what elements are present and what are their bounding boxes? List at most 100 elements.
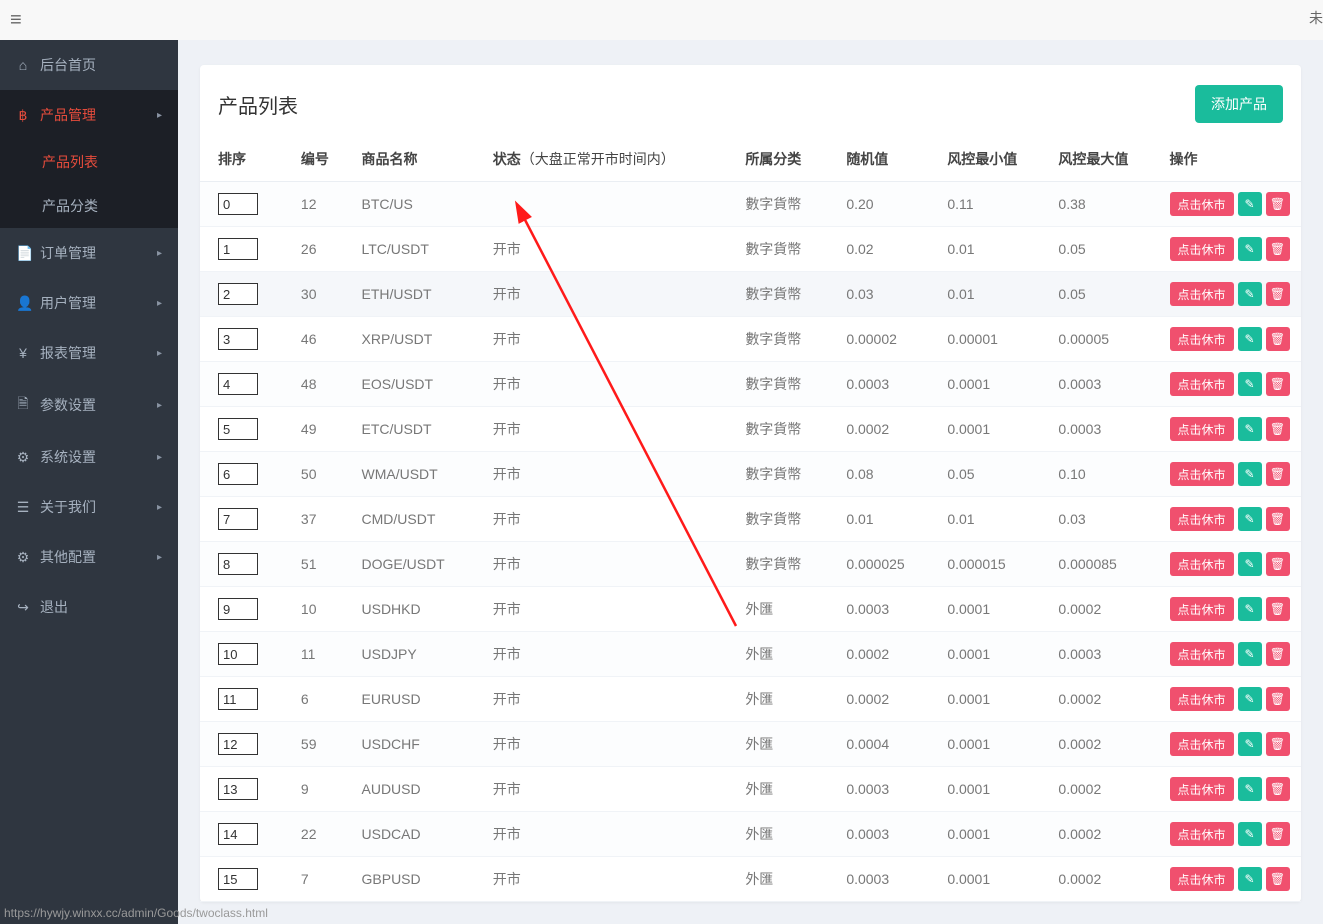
- edit-button[interactable]: ✎: [1238, 372, 1262, 396]
- cell-product-name: XRP/USDT: [352, 317, 483, 362]
- edit-button[interactable]: ✎: [1238, 327, 1262, 351]
- sort-input[interactable]: [218, 553, 258, 575]
- sidebar-item-4[interactable]: ¥报表管理▸: [0, 328, 178, 378]
- delete-button[interactable]: 🗑: [1266, 282, 1290, 306]
- delete-button[interactable]: 🗑: [1266, 507, 1290, 531]
- sort-input[interactable]: [218, 868, 258, 890]
- sort-input[interactable]: [218, 643, 258, 665]
- edit-button[interactable]: ✎: [1238, 822, 1262, 846]
- cell-random: 0.0002: [836, 677, 937, 722]
- toggle-market-button[interactable]: 点击休市: [1170, 282, 1234, 306]
- sort-input[interactable]: [218, 418, 258, 440]
- toggle-market-button[interactable]: 点击休市: [1170, 732, 1234, 756]
- cell-status: 开市: [483, 542, 736, 587]
- sort-input[interactable]: [218, 823, 258, 845]
- cell-product-name: DOGE/USDT: [352, 542, 483, 587]
- toggle-market-button[interactable]: 点击休市: [1170, 642, 1234, 666]
- cell-max: 0.000085: [1048, 542, 1159, 587]
- edit-button[interactable]: ✎: [1238, 507, 1262, 531]
- cell-max: 0.0002: [1048, 587, 1159, 632]
- toggle-market-button[interactable]: 点击休市: [1170, 822, 1234, 846]
- cell-random: 0.0003: [836, 587, 937, 632]
- edit-button[interactable]: ✎: [1238, 237, 1262, 261]
- sort-input[interactable]: [218, 328, 258, 350]
- toggle-market-button[interactable]: 点击休市: [1170, 417, 1234, 441]
- sidebar-item-1[interactable]: ฿产品管理▸: [0, 90, 178, 140]
- toggle-market-button[interactable]: 点击休市: [1170, 237, 1234, 261]
- toggle-market-button[interactable]: 点击休市: [1170, 777, 1234, 801]
- sidebar-item-2[interactable]: 📄订单管理▸: [0, 228, 178, 278]
- sidebar-item-8[interactable]: ⚙其他配置▸: [0, 532, 178, 582]
- edit-button[interactable]: ✎: [1238, 282, 1262, 306]
- sort-input[interactable]: [218, 598, 258, 620]
- delete-button[interactable]: 🗑: [1266, 327, 1290, 351]
- delete-button[interactable]: 🗑: [1266, 417, 1290, 441]
- cell-operation: 点击休市✎🗑: [1160, 677, 1302, 722]
- sort-input[interactable]: [218, 463, 258, 485]
- cell-no: 6: [291, 677, 352, 722]
- menu-toggle-icon[interactable]: ≡: [10, 9, 22, 32]
- sort-input[interactable]: [218, 778, 258, 800]
- sort-input[interactable]: [218, 238, 258, 260]
- cell-min: 0.11: [937, 182, 1048, 227]
- cell-category: 數字貨幣: [735, 407, 836, 452]
- delete-button[interactable]: 🗑: [1266, 597, 1290, 621]
- edit-button[interactable]: ✎: [1238, 462, 1262, 486]
- sidebar-item-5[interactable]: 🗎参数设置▸: [0, 378, 178, 432]
- toggle-market-button[interactable]: 点击休市: [1170, 462, 1234, 486]
- sort-input[interactable]: [218, 733, 258, 755]
- sidebar-subitem-0[interactable]: 产品列表: [0, 140, 178, 184]
- sidebar-item-9[interactable]: ↪退出: [0, 582, 178, 632]
- delete-button[interactable]: 🗑: [1266, 777, 1290, 801]
- delete-button[interactable]: 🗑: [1266, 372, 1290, 396]
- sort-input[interactable]: [218, 193, 258, 215]
- toggle-market-button[interactable]: 点击休市: [1170, 552, 1234, 576]
- cell-min: 0.01: [937, 272, 1048, 317]
- delete-button[interactable]: 🗑: [1266, 192, 1290, 216]
- sort-input[interactable]: [218, 508, 258, 530]
- edit-button[interactable]: ✎: [1238, 552, 1262, 576]
- sort-input[interactable]: [218, 688, 258, 710]
- toggle-market-button[interactable]: 点击休市: [1170, 192, 1234, 216]
- cell-status: 开市: [483, 677, 736, 722]
- sidebar-item-7[interactable]: ☰关于我们▸: [0, 482, 178, 532]
- cell-category: 數字貨幣: [735, 542, 836, 587]
- delete-button[interactable]: 🗑: [1266, 867, 1290, 891]
- add-product-button[interactable]: 添加产品: [1195, 85, 1283, 123]
- cell-category: 外匯: [735, 857, 836, 902]
- sidebar-item-0[interactable]: ⌂后台首页: [0, 40, 178, 90]
- cell-category: 外匯: [735, 722, 836, 767]
- sidebar-item-3[interactable]: 👤用户管理▸: [0, 278, 178, 328]
- edit-button[interactable]: ✎: [1238, 777, 1262, 801]
- edit-button[interactable]: ✎: [1238, 732, 1262, 756]
- delete-button[interactable]: 🗑: [1266, 822, 1290, 846]
- delete-button[interactable]: 🗑: [1266, 732, 1290, 756]
- edit-button[interactable]: ✎: [1238, 642, 1262, 666]
- edit-button[interactable]: ✎: [1238, 417, 1262, 441]
- toggle-market-button[interactable]: 点击休市: [1170, 867, 1234, 891]
- sidebar-item-label: 用户管理: [40, 293, 96, 313]
- cell-max: 0.0003: [1048, 407, 1159, 452]
- edit-button[interactable]: ✎: [1238, 867, 1262, 891]
- delete-button[interactable]: 🗑: [1266, 642, 1290, 666]
- delete-button[interactable]: 🗑: [1266, 687, 1290, 711]
- edit-button[interactable]: ✎: [1238, 192, 1262, 216]
- toggle-market-button[interactable]: 点击休市: [1170, 327, 1234, 351]
- delete-button[interactable]: 🗑: [1266, 552, 1290, 576]
- delete-button[interactable]: 🗑: [1266, 237, 1290, 261]
- sidebar-item-6[interactable]: ⚙系统设置▸: [0, 432, 178, 482]
- sidebar-subitem-1[interactable]: 产品分类: [0, 184, 178, 228]
- toggle-market-button[interactable]: 点击休市: [1170, 687, 1234, 711]
- th-no: 编号: [291, 137, 352, 182]
- sidebar-item-label: 报表管理: [40, 343, 96, 363]
- edit-button[interactable]: ✎: [1238, 687, 1262, 711]
- delete-button[interactable]: 🗑: [1266, 462, 1290, 486]
- edit-button[interactable]: ✎: [1238, 597, 1262, 621]
- toggle-market-button[interactable]: 点击休市: [1170, 597, 1234, 621]
- toggle-market-button[interactable]: 点击休市: [1170, 372, 1234, 396]
- page-title: 产品列表: [218, 90, 298, 119]
- toggle-market-button[interactable]: 点击休市: [1170, 507, 1234, 531]
- sort-input[interactable]: [218, 373, 258, 395]
- cell-no: 59: [291, 722, 352, 767]
- sort-input[interactable]: [218, 283, 258, 305]
